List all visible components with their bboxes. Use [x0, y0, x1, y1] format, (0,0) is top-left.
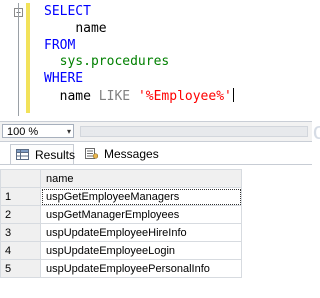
code-line-3: FROM: [44, 38, 75, 54]
column-name: name: [75, 21, 107, 36]
table-row[interactable]: 4 uspUpdateEmployeeLogin: [0, 241, 242, 260]
results-tabs: Results Messages: [0, 142, 312, 165]
results-table: name 1 uspGetEmployeeManagers 2 uspGetMa…: [0, 169, 242, 278]
sql-editor[interactable]: − SELECT name FROM sys.procedures WHERE …: [0, 0, 312, 121]
grid-icon: [16, 149, 29, 160]
results-grid[interactable]: name 1 uspGetEmployeeManagers 2 uspGetMa…: [0, 165, 312, 298]
tab-results-label: Results: [35, 148, 76, 162]
header-row: name: [0, 169, 242, 188]
zoom-value: 100 %: [7, 126, 39, 138]
row-number[interactable]: 2: [0, 205, 41, 224]
zoom-dropdown[interactable]: 100 % ▾: [2, 124, 74, 138]
table-name: sys.procedures: [59, 54, 170, 69]
messages-icon: [85, 148, 98, 159]
string-literal: '%Employee%': [137, 89, 232, 104]
keyword-where: WHERE: [44, 71, 84, 86]
code-line-5: WHERE: [44, 71, 83, 87]
corner-cell[interactable]: [0, 169, 41, 188]
table-cell[interactable]: uspGetEmployeeManagers: [40, 187, 242, 206]
table-row[interactable]: 2 uspGetManagerEmployees: [0, 205, 242, 224]
text-caret: [232, 88, 234, 102]
tab-results[interactable]: Results: [10, 144, 76, 164]
outline-line: [18, 3, 19, 116]
tab-messages[interactable]: Messages: [80, 144, 162, 164]
keyword-select: SELECT: [44, 4, 91, 19]
keyword-from: FROM: [44, 38, 76, 53]
code-line-1: SELECT: [44, 4, 91, 20]
keyword-like: LIKE: [98, 89, 131, 104]
row-number[interactable]: 5: [0, 259, 41, 278]
tab-messages-label: Messages: [104, 147, 159, 161]
code-line-2: name: [44, 21, 107, 37]
table-row[interactable]: 1 uspGetEmployeeManagers: [0, 187, 242, 206]
chevron-down-icon[interactable]: ▾: [67, 125, 71, 139]
table-row[interactable]: 5 uspUpdateEmployeePersonalInfo: [0, 259, 242, 278]
table-cell[interactable]: uspGetManagerEmployees: [40, 205, 242, 224]
zoom-bar: 100 % ▾: [0, 121, 312, 142]
table-cell[interactable]: uspUpdateEmployeeLogin: [40, 241, 242, 260]
code-line-4: sys.procedures: [44, 54, 170, 70]
row-number[interactable]: 3: [0, 223, 41, 242]
code-line-6: name LIKE '%Employee%': [44, 88, 234, 105]
table-row[interactable]: 3 uspUpdateEmployeeHireInfo: [0, 223, 242, 242]
column-header-name[interactable]: name: [40, 169, 242, 188]
where-column: name: [59, 89, 91, 104]
table-cell[interactable]: uspUpdateEmployeePersonalInfo: [40, 259, 242, 278]
horizontal-scrollbar[interactable]: [80, 126, 308, 137]
table-cell[interactable]: uspUpdateEmployeeHireInfo: [40, 223, 242, 242]
row-number[interactable]: 1: [0, 187, 41, 206]
row-number[interactable]: 4: [0, 241, 41, 260]
change-margin: [26, 3, 30, 113]
